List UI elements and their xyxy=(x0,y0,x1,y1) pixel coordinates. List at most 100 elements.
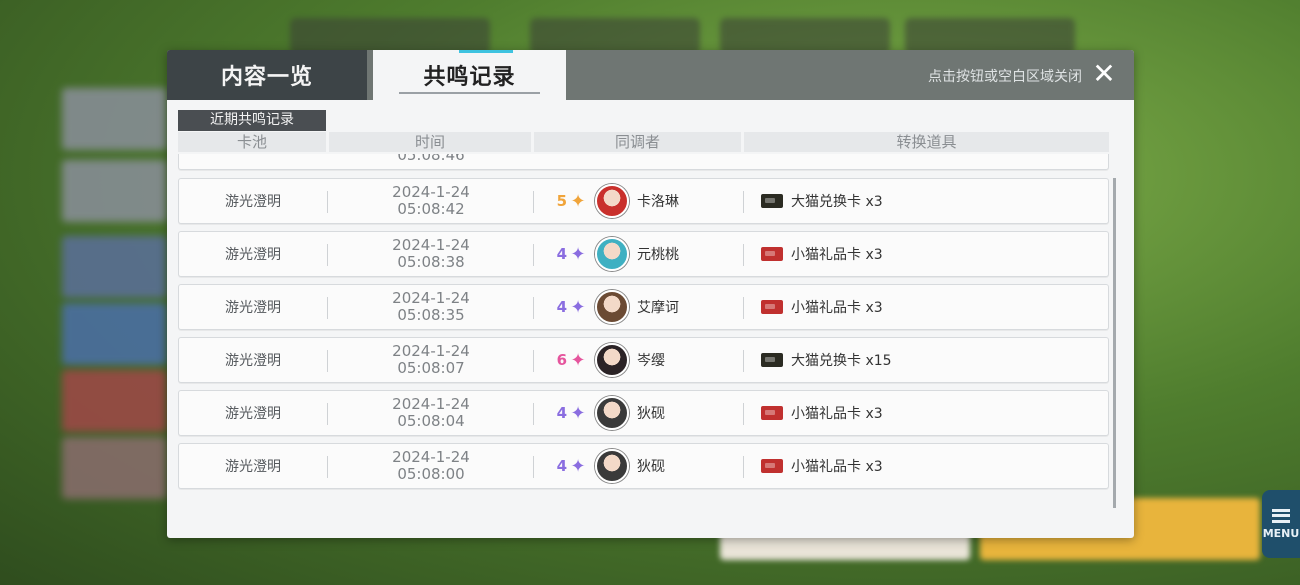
rarity-number: 4 xyxy=(556,457,567,475)
item-name: 小猫礼品卡 x3 xyxy=(791,459,883,475)
hamburger-icon xyxy=(1272,508,1290,523)
character-name: 元桃桃 xyxy=(637,247,679,263)
row-time: 05:08:38 xyxy=(397,253,465,271)
row-pool: 游光澄明 xyxy=(225,247,281,263)
column-divider xyxy=(327,297,328,319)
item-name: 小猫礼品卡 x3 xyxy=(791,300,883,316)
tab-overview[interactable]: 内容一览 xyxy=(167,50,367,100)
rarity-number: 6 xyxy=(556,351,567,369)
card-icon xyxy=(761,194,783,208)
menu-label: MENU xyxy=(1262,526,1300,540)
star-icon: ✦ xyxy=(570,349,586,371)
bg-top-panel xyxy=(290,18,490,54)
character-name: 艾摩诃 xyxy=(637,300,679,316)
bg-banner-card xyxy=(62,370,167,432)
row-timestamp: 2024-1-24 05:08:00 xyxy=(329,444,533,488)
row-pool: 游光澄明 xyxy=(225,300,281,316)
bg-banner-card xyxy=(62,437,167,499)
column-divider xyxy=(533,191,534,213)
tab-records[interactable]: 共鸣记录 xyxy=(373,50,566,100)
close-hint-text: 点击按钮或空白区域关闭 xyxy=(928,69,1082,85)
dialog-header: 内容一览 共鸣记录 点击按钮或空白区域关闭 ✕ xyxy=(167,50,1134,100)
tab-overview-label: 内容一览 xyxy=(220,64,313,90)
row-item: 小猫礼品卡 x3 xyxy=(755,285,1105,329)
star-icon: ✦ xyxy=(570,455,586,477)
card-icon xyxy=(761,247,783,261)
card-icon xyxy=(761,406,783,420)
row-time: 05:08:42 xyxy=(397,200,465,218)
close-icon: ✕ xyxy=(1092,57,1116,90)
column-divider xyxy=(743,244,744,266)
bg-banner-card xyxy=(62,160,167,222)
row-pool: 游光澄明 xyxy=(225,353,281,369)
row-character: 5 ✦ 卡洛琳 xyxy=(535,179,745,223)
column-divider xyxy=(533,350,534,372)
row-timestamp: 2024-1-24 05:08:38 xyxy=(329,232,533,276)
menu-button[interactable]: MENU xyxy=(1262,490,1300,558)
star-icon: ✦ xyxy=(570,190,586,212)
row-character: 4 ✦ 狄砚 xyxy=(535,444,745,488)
column-divider xyxy=(743,456,744,478)
row-pool: 游光澄明 xyxy=(225,459,281,475)
column-divider xyxy=(743,297,744,319)
item-name: 小猫礼品卡 x3 xyxy=(791,406,883,422)
item-name: 大猫兑换卡 x3 xyxy=(791,194,883,210)
column-divider xyxy=(533,403,534,425)
table-row: 游光澄明 2024-1-24 05:08:04 4 ✦ 狄砚 小猫礼品卡 x3 xyxy=(178,390,1109,436)
row-time: 05:08:46 xyxy=(329,154,533,177)
character-name: 卡洛琳 xyxy=(637,194,679,210)
card-icon xyxy=(761,300,783,314)
row-item: 小猫礼品卡 x3 xyxy=(755,232,1105,276)
row-time: 05:08:00 xyxy=(397,465,465,483)
close-button[interactable]: ✕ xyxy=(1090,60,1118,88)
table-row: 游光澄明 2024-1-24 05:08:38 4 ✦ 元桃桃 小猫礼品卡 x3 xyxy=(178,231,1109,277)
row-date: 2024-1-24 xyxy=(392,183,470,201)
table-row: 游光澄明 2024-1-24 05:08:35 4 ✦ 艾摩诃 小猫礼品卡 x3 xyxy=(178,284,1109,330)
star-icon: ✦ xyxy=(570,243,586,265)
record-list[interactable]: 05:08:46 游光澄明 2024-1-24 05:08:42 5 ✦ 卡洛琳 大猫兑换卡… xyxy=(178,154,1114,510)
tab-underline xyxy=(399,92,540,94)
row-timestamp: 2024-1-24 05:08:35 xyxy=(329,285,533,329)
bg-currency-bar-2 xyxy=(720,18,890,54)
row-time: 05:08:35 xyxy=(397,306,465,324)
avatar xyxy=(595,290,629,324)
column-divider xyxy=(743,350,744,372)
bg-currency-bar xyxy=(530,18,700,54)
character-name: 狄砚 xyxy=(637,459,665,475)
row-pool: 游光澄明 xyxy=(225,406,281,422)
section-label: 近期共鸣记录 xyxy=(178,110,326,131)
column-divider xyxy=(533,297,534,319)
tab-records-label: 共鸣记录 xyxy=(423,64,516,90)
column-header-time: 时间 xyxy=(329,132,531,152)
avatar xyxy=(595,449,629,483)
table-row: 游光澄明 2024-1-24 05:08:42 5 ✦ 卡洛琳 大猫兑换卡 x3 xyxy=(178,178,1109,224)
bg-currency-bar-3 xyxy=(905,18,1075,54)
rarity-number: 4 xyxy=(556,245,567,263)
avatar xyxy=(595,343,629,377)
row-timestamp: 2024-1-24 05:08:04 xyxy=(329,391,533,435)
column-divider xyxy=(327,350,328,372)
row-item: 小猫礼品卡 x3 xyxy=(755,391,1105,435)
rarity-number: 5 xyxy=(556,192,567,210)
row-character: 6 ✦ 岑缨 xyxy=(535,338,745,382)
row-pool: 游光澄明 xyxy=(225,194,281,210)
row-date: 2024-1-24 xyxy=(392,236,470,254)
item-name: 小猫礼品卡 x3 xyxy=(791,247,883,263)
item-name: 大猫兑换卡 x15 xyxy=(791,353,892,369)
scrollbar[interactable] xyxy=(1113,178,1116,508)
list-fade xyxy=(178,498,1114,510)
bg-banner-card xyxy=(62,303,167,365)
column-divider xyxy=(743,191,744,213)
column-header-character: 同调者 xyxy=(534,132,741,152)
bg-banner-title xyxy=(1215,285,1230,336)
rarity-number: 4 xyxy=(556,404,567,422)
rarity-number: 4 xyxy=(556,298,567,316)
row-timestamp: 2024-1-24 05:08:42 xyxy=(329,179,533,223)
row-time-value: 05:08:46 xyxy=(397,154,465,164)
bg-banner-card xyxy=(62,88,167,150)
row-item: 大猫兑换卡 x15 xyxy=(755,338,1105,382)
row-item: 小猫礼品卡 x3 xyxy=(755,444,1105,488)
tab-active-accent xyxy=(459,50,513,53)
card-icon xyxy=(761,459,783,473)
column-divider xyxy=(327,244,328,266)
